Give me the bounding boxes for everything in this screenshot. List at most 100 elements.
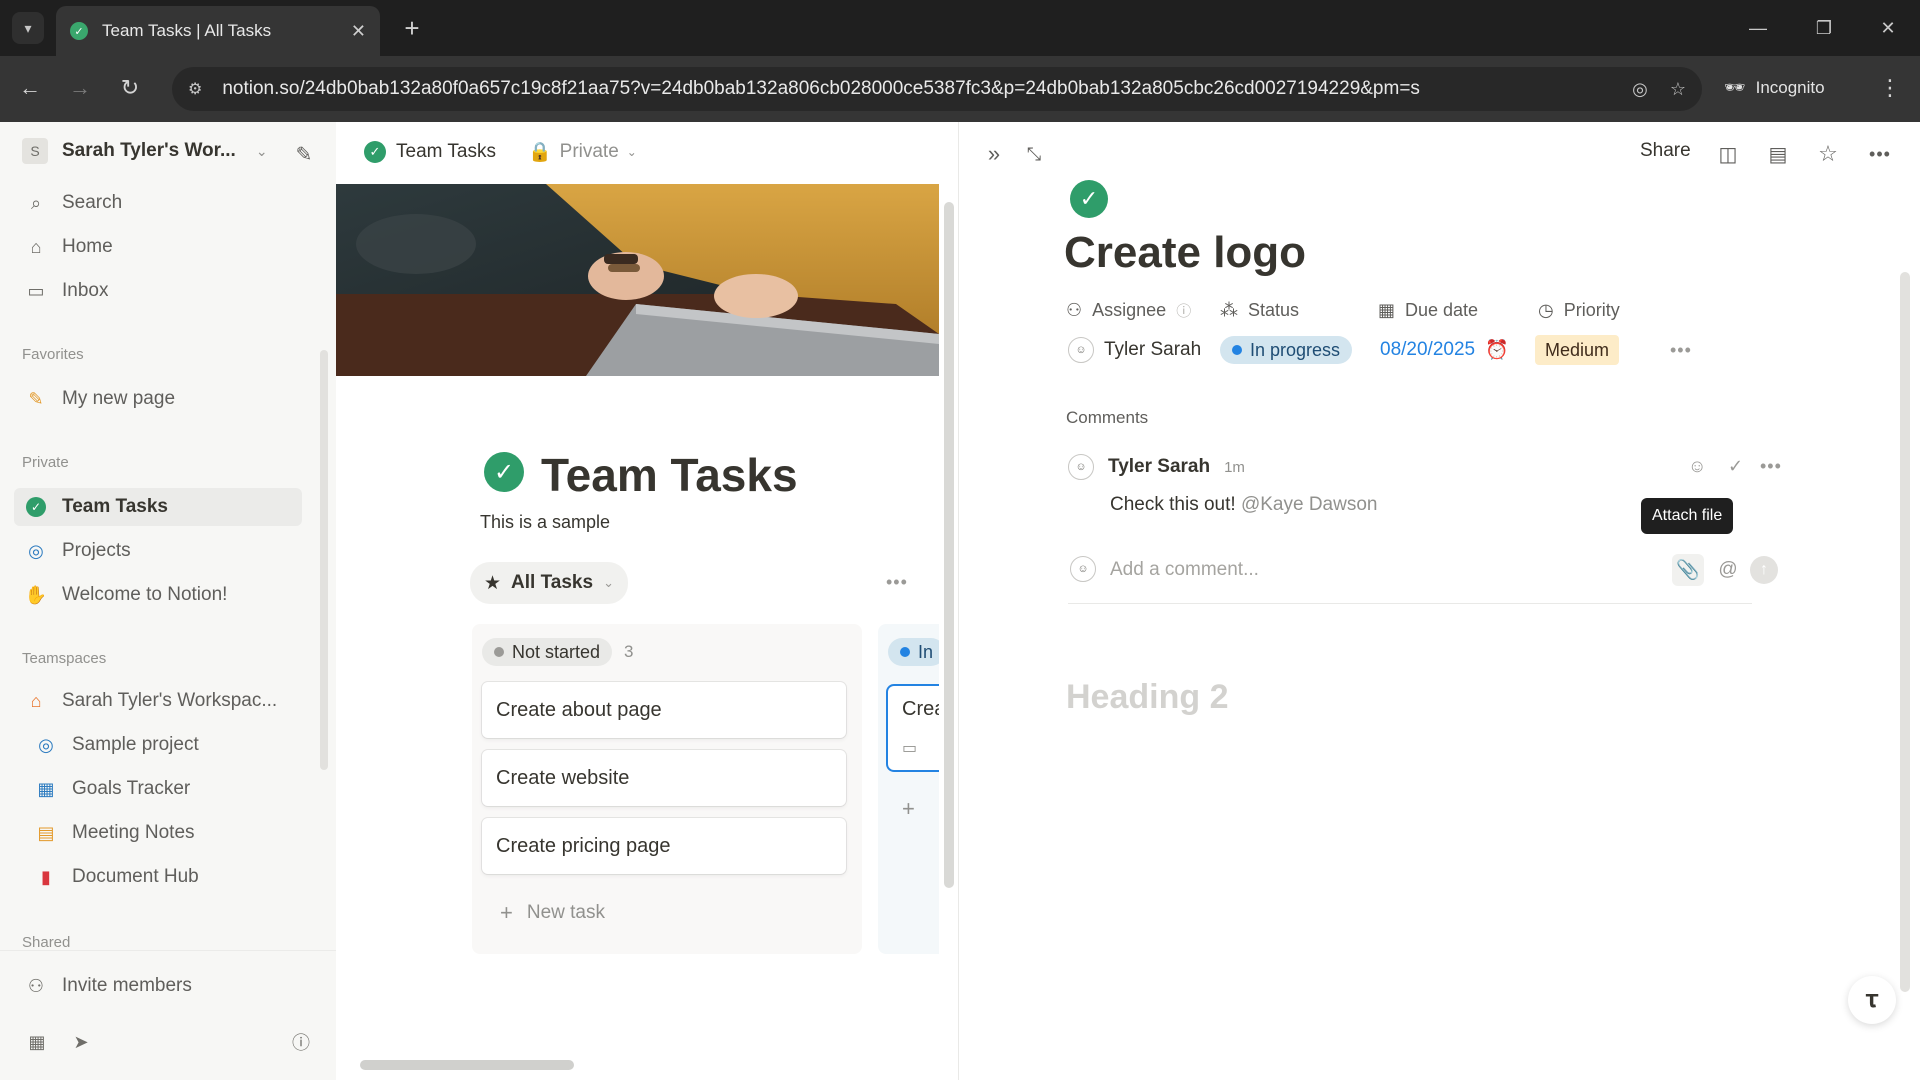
privacy-selector[interactable]: 🔒 Private ⌄ — [528, 140, 637, 164]
status-badge: In progress — [1220, 336, 1353, 364]
site-info-icon[interactable]: ⚙ — [188, 79, 202, 99]
sidebar-item-team-tasks[interactable]: ✓ Team Tasks — [14, 488, 302, 526]
scrollbar-thumb[interactable] — [360, 1060, 574, 1070]
view-tab-all-tasks[interactable]: ★ All Tasks ⌄ — [470, 562, 628, 604]
close-icon[interactable]: ✕ — [351, 21, 366, 42]
prop-priority-header[interactable]: ◷ Priority — [1538, 300, 1620, 321]
templates-icon[interactable]: ▦ — [22, 1027, 52, 1057]
priority-value[interactable]: Medium — [1535, 334, 1620, 366]
layout-icon[interactable]: ◫ — [1712, 138, 1744, 170]
status-badge[interactable]: In — [888, 638, 939, 666]
browser-menu-button[interactable]: ⋮ — [1872, 70, 1908, 106]
comment-more-icon[interactable]: ••• — [1760, 456, 1782, 477]
add-reaction-icon[interactable]: ☺ — [1688, 456, 1706, 477]
page-description[interactable]: This is a sample — [480, 512, 610, 533]
reload-button[interactable]: ↻ — [112, 70, 148, 106]
peek-scrollbar[interactable] — [1900, 272, 1910, 992]
mention-icon[interactable]: @ — [1712, 554, 1744, 586]
send-arrow-icon[interactable]: ↑ — [1750, 556, 1778, 584]
people-icon: ⚇ — [1066, 300, 1083, 320]
main-scrollbar[interactable] — [944, 202, 954, 888]
eye-off-icon[interactable]: ◎ — [1632, 79, 1648, 100]
teamspaces-heading[interactable]: Teamspaces — [22, 650, 106, 667]
expand-icon[interactable]: ⤡ — [1018, 138, 1050, 170]
comment-author[interactable]: Tyler Sarah — [1108, 456, 1210, 478]
task-card[interactable]: Create about page — [482, 682, 846, 738]
add-comment-input[interactable] — [1110, 552, 1610, 588]
heading-placeholder[interactable]: Heading 2 — [1066, 678, 1228, 717]
sidebar-item-label: Team Tasks — [62, 496, 168, 517]
forward-button[interactable]: → — [62, 70, 98, 106]
invite-members-button[interactable]: ⚇ Invite members — [14, 967, 302, 1005]
sidebar-item-label: Home — [62, 236, 113, 257]
cover-image[interactable] — [336, 184, 939, 376]
page-title[interactable]: Team Tasks — [541, 448, 798, 502]
close-peek-icon[interactable]: » — [978, 138, 1010, 170]
board-horizontal-scrollbar[interactable] — [360, 1060, 910, 1070]
comment-icon: ▭ — [902, 740, 918, 757]
sidebar-item-home[interactable]: ⌂ Home — [14, 228, 302, 266]
comments-icon[interactable]: ▤ — [1762, 138, 1794, 170]
new-page-button[interactable]: ✎ — [290, 140, 318, 168]
incognito-indicator[interactable]: 🕶 Incognito — [1724, 70, 1825, 106]
comment-header: ☺ Tyler Sarah 1m — [1068, 454, 1245, 480]
page-icon-check[interactable]: ✓ — [484, 452, 524, 492]
breadcrumb-page[interactable]: Team Tasks — [396, 141, 496, 163]
workspace-switcher[interactable]: S Sarah Tyler's Wor... ⌄ — [22, 138, 268, 164]
task-title[interactable]: Create logo — [1064, 228, 1306, 278]
user-mention[interactable]: @Kaye Dawson — [1241, 494, 1378, 515]
favorites-heading[interactable]: Favorites — [22, 346, 84, 363]
view-name: All Tasks — [511, 572, 594, 593]
address-bar[interactable]: ⚙ notion.so/24db0bab132a80f0a657c19c8f21… — [172, 67, 1702, 111]
back-button[interactable]: ← — [12, 70, 48, 106]
assignee-value[interactable]: ☺ Tyler Sarah — [1068, 334, 1201, 366]
resolve-check-icon[interactable]: ✓ — [1728, 456, 1743, 477]
ai-assistant-button[interactable]: 𝛕 — [1848, 976, 1896, 1024]
prop-status-header[interactable]: ⁂ Status — [1220, 300, 1299, 321]
star-icon: ★ — [484, 572, 502, 594]
attach-file-icon[interactable]: 📎 — [1672, 554, 1704, 586]
due-date-value[interactable]: 08/20/2025 ⏰ — [1380, 334, 1509, 366]
favorite-star-icon[interactable]: ☆ — [1812, 138, 1844, 170]
shared-heading[interactable]: Shared — [22, 934, 70, 951]
new-tab-button[interactable]: + — [396, 12, 428, 44]
sidebar-item-teamspace[interactable]: ⌂ Sarah Tyler's Workspac... — [14, 682, 302, 720]
sidebar-item-inbox[interactable]: ▭ Inbox — [14, 272, 302, 310]
sidebar-item-document-hub[interactable]: ▮ Document Hub — [24, 858, 302, 896]
private-heading[interactable]: Private — [22, 454, 69, 471]
prop-due-date-header[interactable]: ▦ Due date — [1378, 300, 1478, 321]
more-properties-button[interactable]: ••• — [1670, 334, 1692, 366]
view-more-button[interactable]: ••• — [886, 572, 908, 593]
share-button[interactable]: Share — [1640, 140, 1691, 162]
new-task-button[interactable]: + New task — [482, 888, 846, 938]
sidebar-item-sample-project[interactable]: ◎ Sample project — [24, 726, 302, 764]
page-icon-check[interactable]: ✓ — [1070, 180, 1108, 218]
column-header[interactable]: Not started 3 — [482, 638, 634, 666]
plus-icon[interactable]: + — [902, 796, 915, 822]
sidebar-scrollbar[interactable] — [320, 350, 328, 770]
tab-search-dropdown[interactable]: ▾ — [12, 12, 44, 44]
window-close-button[interactable]: ✕ — [1868, 8, 1908, 48]
send-icon[interactable]: ➤ — [66, 1027, 96, 1057]
more-icon[interactable]: ••• — [1862, 138, 1898, 170]
board-column-in-progress: In Crea ▭ + — [878, 624, 939, 954]
bookmark-star-icon[interactable]: ☆ — [1670, 79, 1686, 100]
help-icon[interactable]: ⓘ — [286, 1027, 316, 1057]
task-card[interactable]: Create pricing page — [482, 818, 846, 874]
restore-button[interactable]: ❐ — [1804, 8, 1844, 48]
sidebar-item-goals-tracker[interactable]: ▦ Goals Tracker — [24, 770, 302, 808]
prop-assignee-header[interactable]: ⚇ Assignee ⓘ — [1066, 300, 1191, 321]
sidebar-item-my-new-page[interactable]: ✎ My new page — [14, 380, 302, 418]
sidebar-item-projects[interactable]: ◎ Projects — [14, 532, 302, 570]
sidebar-item-welcome[interactable]: ✋ Welcome to Notion! — [14, 576, 302, 614]
comment-time[interactable]: 1m — [1224, 459, 1245, 476]
browser-tab[interactable]: ✓ Team Tasks | All Tasks ✕ — [56, 6, 380, 56]
minimize-button[interactable]: — — [1738, 8, 1778, 48]
sidebar-item-meeting-notes[interactable]: ▤ Meeting Notes — [24, 814, 302, 852]
url-text[interactable]: notion.so/24db0bab132a80f0a657c19c8f21aa… — [222, 78, 1610, 100]
prop-label: Priority — [1563, 300, 1620, 320]
status-value[interactable]: In progress — [1220, 334, 1353, 366]
avatar[interactable]: ☺ — [1068, 454, 1094, 480]
sidebar-item-search[interactable]: ⌕ Search — [14, 184, 302, 222]
task-card[interactable]: Create website — [482, 750, 846, 806]
